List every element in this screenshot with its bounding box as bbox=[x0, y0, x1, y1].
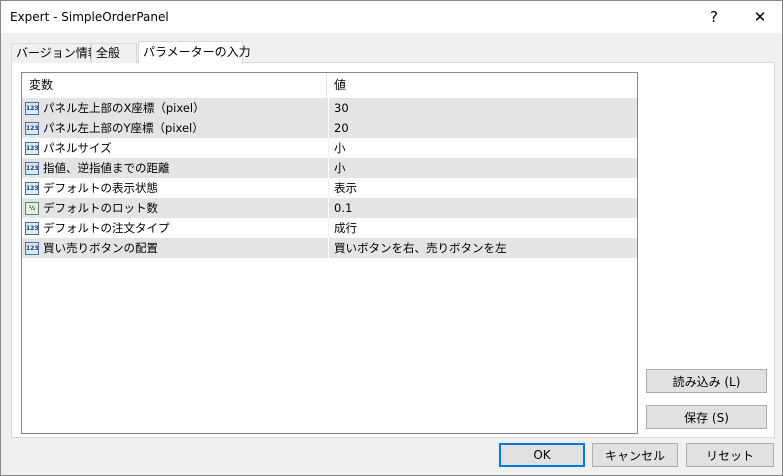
cancel-button[interactable]: キャンセル bbox=[592, 443, 678, 467]
value-cell[interactable]: 小 bbox=[328, 138, 637, 158]
variable-cell: 123 パネルサイズ bbox=[22, 138, 328, 158]
title-bar[interactable]: Expert - SimpleOrderPanel ? ✕ bbox=[1, 1, 782, 33]
value-cell[interactable]: 小 bbox=[328, 158, 637, 178]
variable-cell: 123 買い売りボタンの配置 bbox=[22, 238, 328, 258]
parameters-grid[interactable]: 変数 値 123 パネル左上部のX座標（pixel） 30 123 パネル左上部… bbox=[21, 72, 638, 434]
int-type-icon: 123 bbox=[25, 101, 39, 115]
value-cell[interactable]: 成行 bbox=[328, 218, 637, 238]
variable-name: デフォルトの注文タイプ bbox=[43, 221, 170, 235]
table-row[interactable]: 123 指値、逆指値までの距離 小 bbox=[22, 158, 637, 178]
table-row[interactable]: 123 買い売りボタンの配置 買いボタンを右、売りボタンを左 bbox=[22, 238, 637, 258]
reset-button[interactable]: リセット bbox=[686, 443, 774, 467]
value-cell[interactable]: 30 bbox=[328, 98, 637, 118]
table-row[interactable]: 123 パネルサイズ 小 bbox=[22, 138, 637, 158]
value-cell[interactable]: 表示 bbox=[328, 178, 637, 198]
variable-name: 指値、逆指値までの距離 bbox=[43, 161, 170, 175]
column-header-value[interactable]: 値 bbox=[328, 73, 637, 98]
table-row[interactable]: ½ デフォルトのロット数 0.1 bbox=[22, 198, 637, 218]
tab-version-info[interactable]: バージョン情報 bbox=[11, 43, 100, 63]
int-type-icon: 123 bbox=[25, 161, 39, 175]
variable-name: パネル左上部のY座標（pixel） bbox=[43, 121, 204, 135]
value-cell[interactable]: 買いボタンを右、売りボタンを左 bbox=[328, 238, 637, 258]
value-cell[interactable]: 0.1 bbox=[328, 198, 637, 218]
int-type-icon: 123 bbox=[25, 141, 39, 155]
load-button[interactable]: 読み込み (L) bbox=[646, 369, 767, 393]
value-cell[interactable]: 20 bbox=[328, 118, 637, 138]
table-row[interactable]: 123 パネル左上部のY座標（pixel） 20 bbox=[22, 118, 637, 138]
variable-cell: 123 デフォルトの表示状態 bbox=[22, 178, 328, 198]
table-row[interactable]: 123 パネル左上部のX座標（pixel） 30 bbox=[22, 98, 637, 118]
variable-cell: 123 指値、逆指値までの距離 bbox=[22, 158, 328, 178]
dialog-window: Expert - SimpleOrderPanel ? ✕ バージョン情報 全般… bbox=[0, 0, 783, 476]
help-button[interactable]: ? bbox=[691, 1, 737, 33]
int-type-icon: 123 bbox=[25, 221, 39, 235]
int-type-icon: 123 bbox=[25, 121, 39, 135]
double-type-icon: ½ bbox=[25, 201, 39, 215]
variable-name: パネル左上部のX座標（pixel） bbox=[43, 101, 205, 115]
variable-name: 買い売りボタンの配置 bbox=[43, 241, 158, 255]
grid-header: 変数 値 bbox=[22, 73, 637, 98]
int-type-icon: 123 bbox=[25, 181, 39, 195]
table-row[interactable]: 123 デフォルトの表示状態 表示 bbox=[22, 178, 637, 198]
table-row[interactable]: 123 デフォルトの注文タイプ 成行 bbox=[22, 218, 637, 238]
variable-name: パネルサイズ bbox=[43, 141, 112, 155]
tab-input-parameters[interactable]: パラメーターの入力 bbox=[138, 41, 251, 64]
variable-cell: ½ デフォルトのロット数 bbox=[22, 198, 328, 218]
variable-name: デフォルトの表示状態 bbox=[43, 181, 158, 195]
tab-general[interactable]: 全般 bbox=[91, 43, 137, 63]
variable-cell: 123 デフォルトの注文タイプ bbox=[22, 218, 328, 238]
variable-cell: 123 パネル左上部のX座標（pixel） bbox=[22, 98, 328, 118]
window-title: Expert - SimpleOrderPanel bbox=[10, 10, 169, 24]
variable-cell: 123 パネル左上部のY座標（pixel） bbox=[22, 118, 328, 138]
ok-button[interactable]: OK bbox=[499, 443, 585, 467]
int-type-icon: 123 bbox=[25, 241, 39, 255]
close-button[interactable]: ✕ bbox=[737, 1, 783, 33]
variable-name: デフォルトのロット数 bbox=[43, 201, 158, 215]
column-header-variable[interactable]: 変数 bbox=[22, 73, 327, 98]
save-button[interactable]: 保存 (S) bbox=[646, 405, 767, 429]
